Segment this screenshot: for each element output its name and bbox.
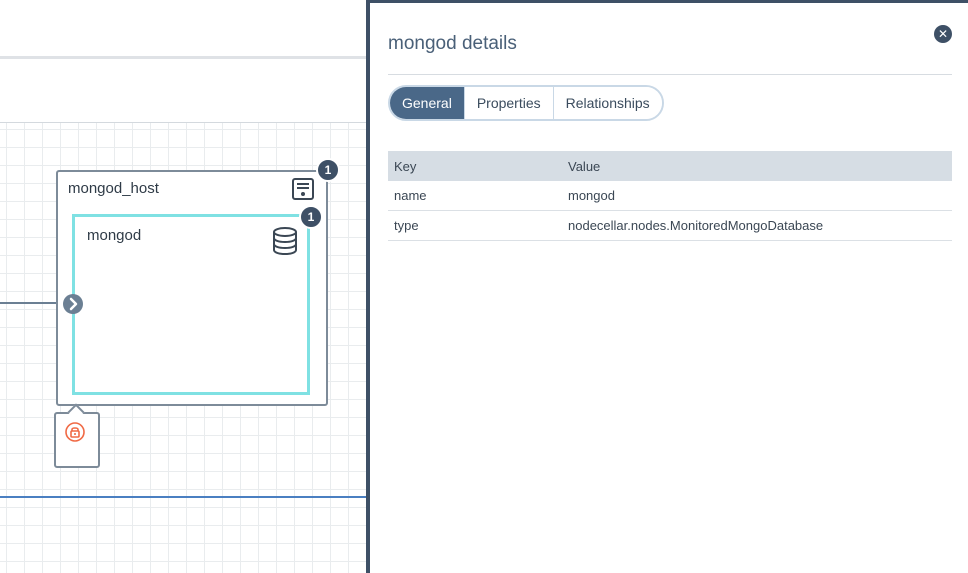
- database-icon: [273, 227, 297, 255]
- row-key: type: [388, 210, 562, 241]
- row-value: mongod: [562, 181, 952, 211]
- details-table: Key Value name mongod type nodecellar.no…: [388, 151, 952, 241]
- tab-bar: General Properties Relationships: [388, 85, 664, 121]
- host-node-label: mongod_host: [68, 180, 159, 197]
- tab-general[interactable]: General: [390, 87, 464, 119]
- network-line: [0, 496, 366, 498]
- node-label: mongod: [87, 227, 142, 244]
- panel-title: mongod details: [388, 33, 517, 54]
- details-panel: mongod details ✕ General Properties Rela…: [370, 3, 968, 573]
- table-header-row: Key Value: [388, 151, 952, 181]
- tab-relationships[interactable]: Relationships: [552, 87, 662, 119]
- table-row: type nodecellar.nodes.MonitoredMongoData…: [388, 210, 952, 241]
- chevron-right-icon[interactable]: [63, 294, 83, 314]
- host-node-mongod-host[interactable]: mongod_host mongod: [56, 170, 328, 406]
- lock-icon: [65, 422, 85, 442]
- column-header-key: Key: [388, 151, 562, 181]
- policy-box[interactable]: [54, 403, 100, 468]
- title-divider: [388, 74, 952, 75]
- column-header-value: Value: [562, 151, 952, 181]
- node-instance-count-badge: 1: [299, 205, 323, 229]
- row-value: nodecellar.nodes.MonitoredMongoDatabase: [562, 210, 952, 241]
- host-instance-count-badge: 1: [316, 158, 340, 182]
- topology-canvas[interactable]: mongod_host mongod 1 1: [0, 0, 366, 573]
- node-mongod[interactable]: mongod: [72, 214, 310, 395]
- row-key: name: [388, 181, 562, 211]
- toolbar-divider: [0, 56, 366, 59]
- table-row: name mongod: [388, 181, 952, 211]
- tab-properties[interactable]: Properties: [463, 87, 553, 119]
- close-icon[interactable]: ✕: [934, 25, 952, 43]
- server-icon: [292, 178, 314, 200]
